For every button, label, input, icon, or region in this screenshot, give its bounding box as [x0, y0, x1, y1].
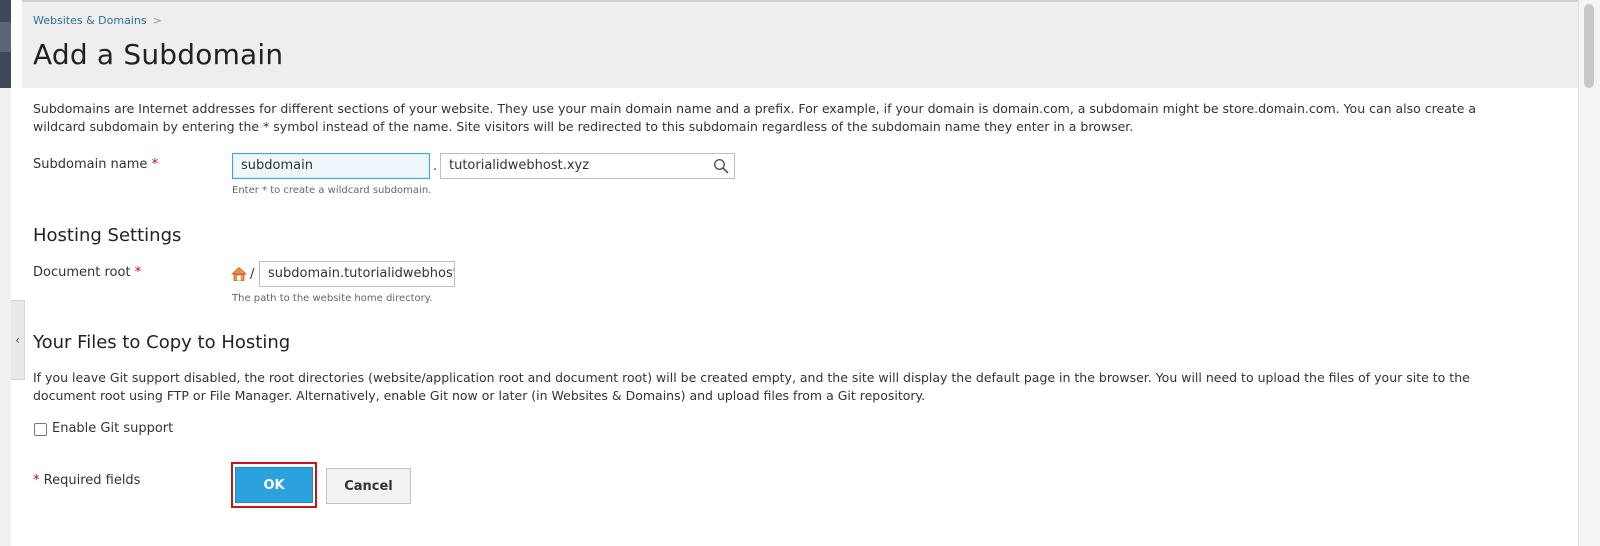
document-root-input[interactable]: subdomain.tutorialidwebhost.: [259, 261, 455, 287]
chevron-left-icon: ‹: [15, 333, 20, 347]
document-root-label-text: Document root: [33, 265, 131, 280]
required-mark: *: [134, 265, 142, 280]
subdomain-hint: Enter * to create a wildcard subdomain.: [232, 185, 432, 196]
app-window: ‹ Websites & Domains > Add a Subdomain S…: [0, 0, 1600, 546]
breadcrumb-separator: >: [152, 14, 162, 27]
sidebar-collapse-handle[interactable]: ‹: [11, 300, 25, 380]
left-sidebar-strip: [0, 0, 11, 546]
home-icon: [231, 266, 247, 281]
vertical-scrollbar[interactable]: [1578, 0, 1600, 546]
document-root-label: Document root *: [33, 265, 141, 280]
cancel-button[interactable]: Cancel: [326, 468, 411, 504]
subdomain-name-label-text: Subdomain name: [33, 157, 148, 172]
document-root-hint: The path to the website home directory.: [232, 293, 433, 304]
parent-domain-select[interactable]: tutorialidwebhost.xyz: [440, 153, 735, 179]
required-fields-note: * Required fields: [33, 473, 140, 488]
scrollbar-thumb[interactable]: [1584, 4, 1594, 88]
required-mark: *: [151, 157, 159, 172]
intro-text: Subdomains are Internet addresses for di…: [33, 101, 1477, 134]
subdomain-name-label: Subdomain name *: [33, 157, 158, 172]
required-fields-text: Required fields: [43, 473, 141, 488]
ok-button[interactable]: OK: [235, 467, 313, 503]
search-icon[interactable]: [713, 158, 729, 174]
document-root-slash: /: [250, 267, 255, 282]
enable-git-label[interactable]: Enable Git support: [52, 421, 173, 436]
hosting-settings-title: Hosting Settings: [33, 225, 182, 246]
page-title: Add a Subdomain: [33, 38, 284, 71]
breadcrumb-link-websites-domains[interactable]: Websites & Domains: [33, 14, 147, 27]
form-intro: Subdomains are Internet addresses for di…: [33, 100, 1568, 136]
required-mark: *: [33, 473, 40, 488]
breadcrumb: Websites & Domains >: [33, 14, 162, 27]
enable-git-checkbox[interactable]: [34, 423, 47, 436]
sidebar-active-marker: [0, 22, 11, 52]
files-description: If you leave Git support disabled, the r…: [33, 370, 1470, 403]
parent-domain-value: tutorialidwebhost.xyz: [449, 158, 590, 173]
subdomain-name-input[interactable]: subdomain: [232, 153, 430, 179]
files-section-title: Your Files to Copy to Hosting: [33, 332, 291, 353]
page-header: Websites & Domains > Add a Subdomain: [22, 0, 1578, 88]
domain-separator-dot: .: [433, 159, 438, 174]
